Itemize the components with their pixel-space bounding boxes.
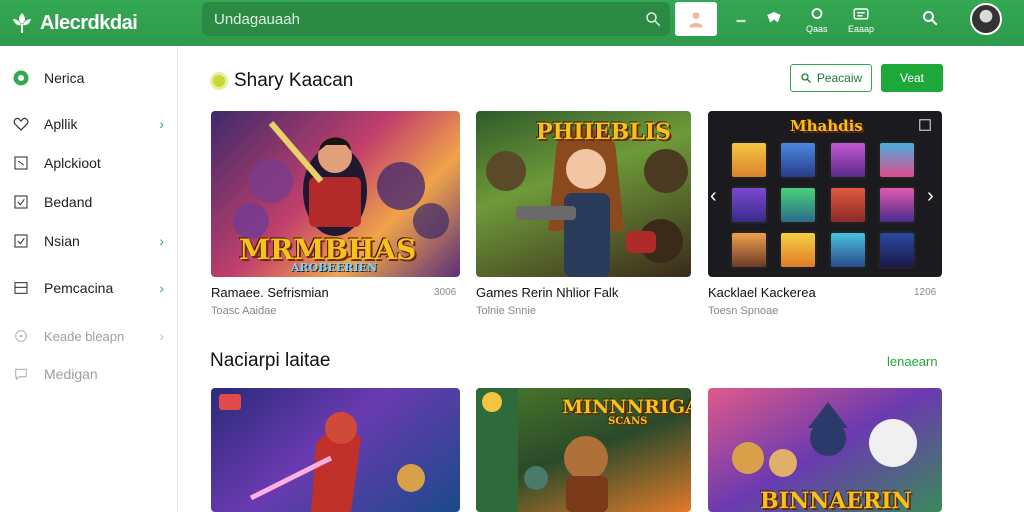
search-icon[interactable] — [644, 10, 662, 28]
game-art-illustration — [219, 394, 425, 512]
game-card-title[interactable]: Kacklael Kackerea — [708, 285, 816, 300]
game-card-image[interactable]: MRMBHAS AROBEERIEN — [211, 111, 460, 277]
gamepad-icon — [767, 12, 781, 23]
profile-chip-button[interactable] — [675, 2, 717, 36]
badge-dot-icon — [210, 72, 228, 90]
view-button-label: Veat — [899, 71, 925, 85]
heart-icon — [12, 115, 30, 133]
search-text: Undagauaah — [214, 10, 300, 28]
chevron-right-icon: › — [159, 116, 164, 132]
game-card-subtitle: Toasc Aaidae — [211, 305, 277, 317]
grid-game-tile[interactable] — [730, 231, 768, 269]
chevron-right-icon: › — [159, 280, 164, 296]
sidebar-item-label: Bedand — [44, 194, 93, 210]
sidebar-item-label: Apllik — [44, 116, 78, 132]
grid-game-tile[interactable] — [829, 141, 867, 179]
game-art-subtitle: SCANS — [608, 416, 648, 427]
chevron-down-button[interactable] — [732, 12, 750, 30]
sidebar-item-label: Nerica — [44, 70, 85, 86]
chevron-right-icon[interactable]: › — [927, 185, 934, 208]
sidebar-item-nsian[interactable]: Nsian › — [0, 226, 178, 256]
view-button[interactable]: Veat — [881, 64, 943, 92]
grid-game-tile[interactable] — [878, 141, 916, 179]
section-title-new: Naciarpi laitae — [210, 350, 330, 372]
app-logo[interactable]: Alecrdkdai — [10, 11, 200, 35]
sidebar-item-bedand[interactable]: Bedand — [0, 187, 178, 217]
grid-game-tile[interactable] — [878, 186, 916, 224]
check-square-icon — [12, 232, 30, 250]
game-art-logo: Mhahdis — [790, 117, 863, 135]
grid-game-tile[interactable] — [779, 186, 817, 224]
search-icon — [923, 11, 938, 26]
game-card-image[interactable]: MINNNRIGAS SCANS — [476, 388, 691, 512]
home-icon — [12, 69, 30, 87]
inbox-button[interactable]: Eaaap — [848, 6, 874, 34]
see-more-link[interactable]: lenaearn — [887, 354, 938, 369]
game-card-subtitle: Toesn Spnoae — [708, 305, 779, 317]
leaf-logo-icon — [13, 13, 31, 33]
game-card-subtitle: Tolnie Snnie — [476, 305, 536, 317]
search-icon — [801, 73, 811, 83]
grid-game-tile[interactable] — [829, 186, 867, 224]
game-card-image[interactable]: Mhahdis ‹ › — [708, 111, 942, 277]
check-square-icon — [12, 193, 30, 211]
sidebar-item-applications[interactable]: Aplckioot — [0, 148, 178, 178]
sidebar-item-label: Pemcacina — [44, 280, 114, 296]
game-card-count: 3006 — [434, 287, 457, 298]
search-button[interactable] — [921, 9, 939, 27]
grid-game-tile[interactable] — [779, 141, 817, 179]
chevron-left-icon[interactable]: ‹ — [710, 185, 717, 208]
game-art-logo: BINNAERIN — [760, 488, 912, 512]
avatar[interactable] — [970, 3, 1002, 35]
settings-icon — [12, 327, 30, 345]
section-title-featured: Shary Kaacan — [210, 70, 353, 92]
gamepad-button[interactable] — [765, 9, 783, 27]
grid-game-tile[interactable] — [878, 231, 916, 269]
preview-button[interactable]: Peacaiw — [790, 64, 872, 92]
game-card-count: 1206 — [914, 287, 937, 298]
section-title-text: Shary Kaacan — [234, 70, 354, 91]
game-card-image[interactable] — [211, 388, 460, 512]
game-card-title[interactable]: Games Rerin Nhlior Falk — [476, 285, 618, 300]
sidebar-item-label: Medigan — [44, 366, 98, 382]
sidebar-item-home[interactable]: Nerica — [0, 63, 178, 93]
sidebar: Nerica Apllik › Aplckioot Bedand Nsian ›… — [0, 46, 178, 512]
inbox-label: Eaaap — [848, 24, 875, 34]
sidebar-item-label: Aplckioot — [44, 155, 101, 171]
square-icon — [12, 154, 30, 172]
user-icon — [689, 12, 703, 28]
grid-game-tile[interactable] — [730, 141, 768, 179]
sidebar-item-medigan[interactable]: Medigan — [0, 359, 178, 389]
game-card-image[interactable]: BINNAERIN — [708, 388, 942, 512]
bell-icon — [811, 8, 823, 19]
game-art-subtitle: AROBEERIEN — [291, 261, 378, 274]
game-card-title[interactable]: Ramaee. Sefrismian — [211, 285, 329, 300]
sidebar-item-label: Keade bleapn — [44, 328, 125, 344]
grid-game-tile[interactable] — [779, 231, 817, 269]
sidebar-item-settings[interactable]: Keade bleapn › — [0, 321, 178, 351]
preview-button-label: Peacaiw — [816, 71, 863, 85]
game-card-image[interactable]: PHIIEBLIS — [476, 111, 691, 277]
grid-game-tile[interactable] — [829, 231, 867, 269]
card-icon — [12, 279, 30, 297]
chevron-right-icon: › — [159, 233, 164, 249]
sidebar-item-apps[interactable]: Apllik › — [0, 109, 178, 139]
app-title: Alecrdkdai — [40, 11, 138, 34]
game-art-logo: MINNNRIGAS — [562, 396, 691, 418]
game-art-logo: PHIIEBLIS — [536, 119, 671, 145]
chevron-right-icon: › — [159, 328, 164, 344]
chevron-down-icon — [736, 19, 746, 23]
section-title-text: Naciarpi laitae — [210, 350, 331, 371]
search-input[interactable]: Undagauaah — [202, 2, 670, 36]
chat-icon — [12, 365, 30, 383]
grid-game-tile[interactable] — [730, 186, 768, 224]
expand-icon[interactable] — [918, 118, 932, 132]
notifications-button[interactable]: Qaas — [806, 6, 828, 34]
notifications-label: Qaas — [806, 24, 828, 34]
inbox-icon — [853, 8, 869, 20]
sidebar-item-pemcacina[interactable]: Pemcacina › — [0, 273, 178, 303]
sidebar-item-label: Nsian — [44, 233, 80, 249]
